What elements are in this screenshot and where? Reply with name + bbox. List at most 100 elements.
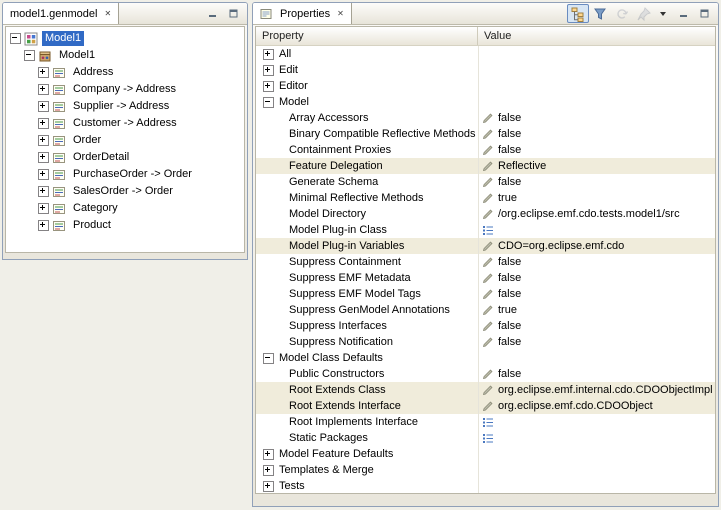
property-value-cell [478,478,715,493]
property-row[interactable]: Edit [256,62,715,78]
tree-item[interactable]: Model1 [6,47,244,64]
property-row[interactable]: Array Accessors false [256,110,715,126]
show-advanced-properties-icon[interactable] [589,4,611,23]
property-label: Containment Proxies [289,144,391,156]
property-row[interactable]: Suppress Containmentfalse [256,254,715,270]
tree-item[interactable]: Supplier -> Address [6,98,244,115]
property-label: Suppress GenModel Annotations [289,304,450,316]
expand-icon[interactable] [263,65,274,76]
expand-icon[interactable] [38,135,49,146]
tree-item[interactable]: Order [6,132,244,149]
property-value-cell: org.eclipse.emf.cdo.CDOObject [478,398,715,414]
property-row[interactable]: Model Class Defaults [256,350,715,366]
tree-item[interactable]: Customer -> Address [6,115,244,132]
maximize-icon[interactable] [695,6,713,22]
collapse-icon[interactable] [24,50,35,61]
property-row[interactable]: All [256,46,715,62]
editable-value-icon [482,240,494,252]
tab-properties[interactable]: Properties ✕ [253,3,352,24]
tree-item[interactable]: Address [6,64,244,81]
tree-item[interactable]: Model1 [6,30,244,47]
property-row[interactable]: Containment Proxiesfalse [256,142,715,158]
collapse-icon[interactable] [10,33,21,44]
tree-item[interactable]: SalesOrder -> Order [6,183,244,200]
property-row[interactable]: Suppress Notificationfalse [256,334,715,350]
tree-item[interactable]: Category [6,200,244,217]
property-row[interactable]: Templates & Merge [256,462,715,478]
property-label: Editor [279,80,308,92]
property-value-cell [478,62,715,78]
property-row[interactable]: Model Plug-in VariablesCDO=org.eclipse.e… [256,238,715,254]
property-value-cell [478,414,715,430]
property-row[interactable]: Public Constructorsfalse [256,366,715,382]
view-menu-icon[interactable] [660,12,666,16]
expand-icon[interactable] [38,186,49,197]
editable-value-icon [482,112,494,124]
expand-icon[interactable] [38,118,49,129]
property-row[interactable]: Generate Schema false [256,174,715,190]
property-row[interactable]: Suppress EMF Model Tagsfalse [256,286,715,302]
property-value: org.eclipse.emf.internal.cdo.CDOObjectIm… [498,384,713,396]
tree-item-label: Order [70,133,104,148]
property-value-cell: /org.eclipse.emf.cdo.tests.model1/src [478,206,715,222]
property-label: All [279,48,291,60]
property-label: Model [279,96,309,108]
property-row[interactable]: Static Packages [256,430,715,446]
tree-item[interactable]: OrderDetail [6,149,244,166]
property-row[interactable]: Binary Compatible Reflective Methodsfals… [256,126,715,142]
expand-icon[interactable] [263,449,274,460]
expand-icon[interactable] [263,481,274,492]
property-row[interactable]: Model Plug-in Class [256,222,715,238]
property-name-cell: Array Accessors [256,110,478,126]
collapse-icon[interactable] [263,353,274,364]
expand-icon[interactable] [38,101,49,112]
property-value-cell: true [478,190,715,206]
property-row[interactable]: Root Implements Interface [256,414,715,430]
maximize-icon[interactable] [224,6,242,22]
collapse-icon[interactable] [263,97,274,108]
expand-icon[interactable] [38,169,49,180]
tree-item[interactable]: Company -> Address [6,81,244,98]
expand-icon[interactable] [38,67,49,78]
minimize-icon[interactable] [674,6,692,22]
property-row[interactable]: Model Directory/org.eclipse.emf.cdo.test… [256,206,715,222]
property-label: Suppress EMF Metadata [289,272,411,284]
property-value: true [498,192,517,204]
property-row[interactable]: Model Feature Defaults [256,446,715,462]
property-row[interactable]: Suppress EMF Metadatafalse [256,270,715,286]
expand-icon[interactable] [38,220,49,231]
property-value-cell: false [478,174,715,190]
tree-item-label: SalesOrder -> Order [70,184,176,199]
property-row[interactable]: Editor [256,78,715,94]
tree-item-label: Model1 [42,31,84,46]
property-label: Edit [279,64,298,76]
tree-item-label: Company -> Address [70,82,179,97]
expand-icon[interactable] [263,49,274,60]
property-row[interactable]: Model [256,94,715,110]
property-value: false [498,112,521,124]
tree-item[interactable]: PurchaseOrder -> Order [6,166,244,183]
property-row[interactable]: Suppress Interfacesfalse [256,318,715,334]
editor-window-controls [203,3,247,24]
property-label: Generate Schema [289,176,378,188]
tab-model1-genmodel[interactable]: model1.genmodel ✕ [3,3,119,24]
property-row[interactable]: Root Extends Classorg.eclipse.emf.intern… [256,382,715,398]
editable-value-icon [482,320,494,332]
tree-item-label: Supplier -> Address [70,99,172,114]
expand-icon[interactable] [38,203,49,214]
show-categories-icon[interactable] [567,4,589,23]
expand-icon[interactable] [38,84,49,95]
property-row[interactable]: Minimal Reflective Methodstrue [256,190,715,206]
tree-item-label: OrderDetail [70,150,132,165]
close-icon[interactable]: ✕ [337,10,344,18]
property-row[interactable]: Root Extends Interfaceorg.eclipse.emf.cd… [256,398,715,414]
tree-item[interactable]: Product [6,217,244,234]
minimize-icon[interactable] [203,6,221,22]
expand-icon[interactable] [38,152,49,163]
expand-icon[interactable] [263,81,274,92]
property-row[interactable]: Suppress GenModel Annotationstrue [256,302,715,318]
expand-icon[interactable] [263,465,274,476]
property-row[interactable]: Tests [256,478,715,493]
close-icon[interactable]: ✕ [104,10,111,18]
property-row[interactable]: Feature DelegationReflective [256,158,715,174]
